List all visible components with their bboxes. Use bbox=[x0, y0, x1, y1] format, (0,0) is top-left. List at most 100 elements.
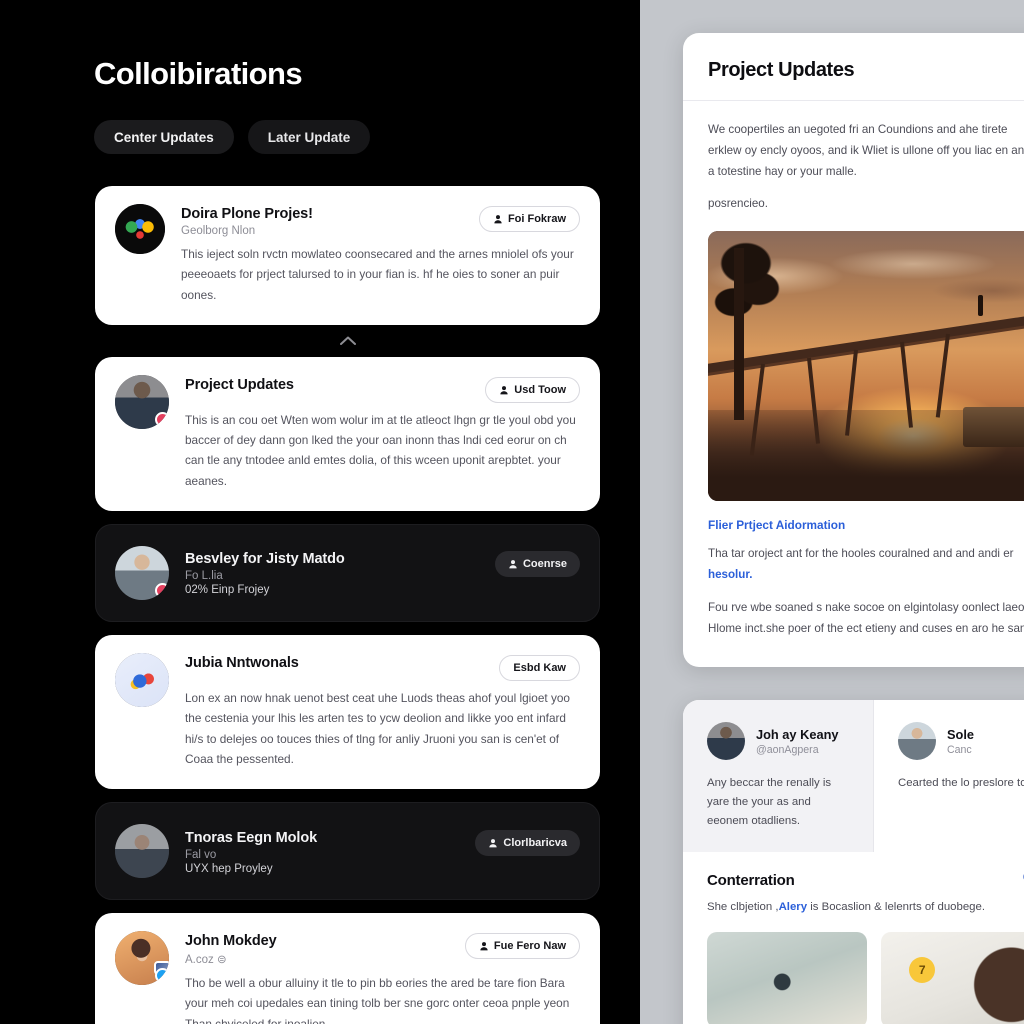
quote-handle: @aonAgpera bbox=[756, 743, 819, 756]
follow-button-label: Fue Fero Naw bbox=[493, 940, 566, 953]
conversation-title: Conterration bbox=[707, 872, 795, 890]
collaboration-card[interactable]: Jubia Nntwonals Esbd Kaw Lon ex an now h… bbox=[95, 634, 600, 790]
quote-card[interactable]: Joh ay Keany @aonAgpera Any beccar the r… bbox=[683, 700, 873, 853]
connect-button[interactable]: Coenrse bbox=[494, 551, 580, 578]
card-title: Doira Plone Projes! bbox=[181, 206, 313, 222]
avatar bbox=[115, 652, 169, 707]
follow-button[interactable]: Usd Toow bbox=[485, 376, 580, 403]
conversation-text-post: is Bocaslion & lelenrts of duobege. bbox=[807, 901, 985, 914]
panel-title: Project Updates bbox=[708, 59, 855, 81]
reaction-badge-icon: 7 bbox=[909, 956, 936, 983]
card-body: Project Updates Usd Toow This is an cou … bbox=[185, 375, 580, 491]
quote-author: Joh ay Keany bbox=[756, 726, 839, 742]
panel-intro-line-1: We coopertiles an uegoted fri an Coundio… bbox=[708, 123, 1024, 179]
conversation-inline-link[interactable]: Alery bbox=[779, 901, 808, 913]
card-title: John Mokdey bbox=[185, 933, 277, 950]
panel-body-text: Tha tar oroject ant for the hooles coura… bbox=[708, 547, 1014, 561]
person-icon bbox=[509, 560, 517, 569]
collaboration-card[interactable]: Tnoras Eegn Molok Fal vo UYX hep Proyley… bbox=[95, 802, 600, 901]
thumbnail[interactable]: 7 bbox=[880, 931, 1024, 1024]
card-subtitle: Fo L.lia bbox=[185, 570, 223, 583]
conversation-subtitle: She clbjetion ,Alery is Bocaslion & lele… bbox=[707, 898, 1024, 916]
card-title: Besvley for Jisty Matdo bbox=[185, 551, 345, 568]
follow-button-label: Esbd Kaw bbox=[513, 661, 566, 674]
panel-body: Tha tar oroject ant for the hooles coura… bbox=[683, 532, 1024, 638]
card-body: John Mokdey A.coz ⊜ Fue Fero Naw Tho be … bbox=[185, 931, 580, 1024]
avatar bbox=[115, 931, 169, 986]
quote-header: Sole Canc bbox=[898, 722, 1024, 760]
card-description: Tho be well a obur alluiny it tle to pin… bbox=[185, 976, 570, 1024]
card-title: Tnoras Eegn Molok bbox=[185, 829, 318, 846]
collaboration-feed: Doira Plone Projes! Geolborg Nlon Foi Fo… bbox=[95, 186, 600, 1024]
card-title: Jubia Nntwonals bbox=[185, 654, 299, 671]
thumbnail[interactable] bbox=[707, 931, 867, 1024]
follow-button[interactable]: Fue Fero Naw bbox=[464, 933, 580, 960]
card-header: Besvley for Jisty Matdo Fo L.lia 02% Ein… bbox=[185, 551, 580, 596]
card-meta: 02% Einp Frojey bbox=[185, 584, 270, 597]
avatar bbox=[707, 722, 745, 760]
follow-button-label: Usd Toow bbox=[514, 383, 566, 396]
hero-tree-trunk bbox=[734, 247, 745, 421]
collapse-toggle[interactable] bbox=[95, 334, 600, 348]
chip-later-update[interactable]: Later Update bbox=[247, 120, 371, 154]
instagram-badge-icon bbox=[155, 582, 169, 598]
person-icon bbox=[494, 215, 502, 224]
quote-text: Any beccar the renally is yare the your … bbox=[707, 777, 832, 827]
collaborate-button[interactable]: Clorlbaricva bbox=[475, 829, 580, 856]
panel-body-line-2: Fou rve wbe soaned s nake socoe on elgin… bbox=[708, 600, 1024, 635]
conversation-header: Conterration Clo bbox=[707, 872, 1024, 889]
app-root: Colloibirations Center Updates Later Upd… bbox=[0, 0, 1024, 1024]
follow-button-label: Foi Fokraw bbox=[507, 213, 566, 225]
hero-truck bbox=[962, 406, 1024, 448]
avatar-image bbox=[115, 204, 165, 254]
collaboration-card[interactable]: Project Updates Usd Toow This is an cou … bbox=[95, 356, 600, 511]
chip-center-updates[interactable]: Center Updates bbox=[94, 120, 234, 154]
avatar bbox=[115, 374, 169, 429]
person-icon bbox=[500, 385, 508, 395]
card-body: Tnoras Eegn Molok Fal vo UYX hep Proyley… bbox=[185, 828, 580, 875]
panel-body-inline-link[interactable]: hesolur. bbox=[708, 568, 752, 581]
collaboration-card[interactable]: Besvley for Jisty Matdo Fo L.lia 02% Ein… bbox=[95, 523, 600, 622]
connect-button-label: Coenrse bbox=[522, 558, 567, 571]
avatar bbox=[115, 204, 165, 254]
hero-image bbox=[708, 231, 1024, 502]
conversation-panel: Joh ay Keany @aonAgpera Any beccar the r… bbox=[683, 700, 1024, 1024]
quote-card[interactable]: Sole Canc Cearted the lo preslore to vo bbox=[873, 700, 1024, 853]
hero-tree-canopy bbox=[711, 242, 788, 340]
panel-intro-line-2: posrencieo. bbox=[708, 197, 768, 211]
quote-author: Sole bbox=[947, 726, 975, 742]
card-description: Lon ex an now hnak uenot best ceat uhe L… bbox=[185, 690, 570, 766]
twitter-badge-icon bbox=[155, 968, 169, 984]
conversation-section: Conterration Clo She clbjetion ,Alery is… bbox=[683, 852, 1024, 916]
avatar-image bbox=[115, 824, 169, 879]
card-title: Project Updates bbox=[185, 376, 294, 393]
card-header: John Mokdey A.coz ⊜ Fue Fero Naw bbox=[185, 933, 580, 966]
quote-handle: Canc bbox=[947, 743, 972, 756]
person-icon bbox=[480, 942, 488, 951]
chevron-up-icon bbox=[339, 336, 356, 346]
card-description: This is an cou oet Wten wom wolur im at … bbox=[185, 412, 576, 488]
follow-button[interactable]: Foi Fokraw bbox=[478, 206, 580, 232]
card-header: Tnoras Eegn Molok Fal vo UYX hep Proyley… bbox=[185, 829, 580, 875]
card-header: Project Updates Usd Toow bbox=[185, 376, 580, 403]
quote-row: Joh ay Keany @aonAgpera Any beccar the r… bbox=[683, 700, 1024, 853]
follow-button[interactable]: Esbd Kaw bbox=[499, 654, 580, 681]
collaboration-card[interactable]: John Mokdey A.coz ⊜ Fue Fero Naw Tho be … bbox=[95, 913, 600, 1024]
project-information-link[interactable]: Flier Prtject Aidormation bbox=[683, 501, 1024, 532]
panel-intro: We coopertiles an uegoted fri an Coundio… bbox=[683, 101, 1024, 214]
conversation-thumbnails: 7 bbox=[683, 917, 1024, 1024]
card-header: Doira Plone Projes! Geolborg Nlon Foi Fo… bbox=[181, 206, 580, 237]
avatar bbox=[115, 824, 169, 879]
avatar bbox=[115, 545, 169, 600]
detail-pane: Project Updates We coopertiles an uegote… bbox=[640, 0, 1024, 1024]
avatar bbox=[898, 722, 936, 760]
hero-person-silhouette bbox=[977, 294, 983, 316]
collaborations-pane: Colloibirations Center Updates Later Upd… bbox=[0, 0, 640, 1024]
card-body: Jubia Nntwonals Esbd Kaw Lon ex an now h… bbox=[185, 653, 580, 769]
card-description: This ieject soln rvctn mowlateo coonseca… bbox=[181, 247, 574, 302]
collaborate-button-label: Clorlbaricva bbox=[503, 836, 567, 849]
quote-text: Cearted the lo preslore to vo bbox=[898, 777, 1024, 789]
conversation-text-pre: She clbjetion , bbox=[707, 901, 779, 914]
project-updates-panel: Project Updates We coopertiles an uegote… bbox=[683, 33, 1024, 667]
collaboration-card[interactable]: Doira Plone Projes! Geolborg Nlon Foi Fo… bbox=[95, 186, 600, 325]
